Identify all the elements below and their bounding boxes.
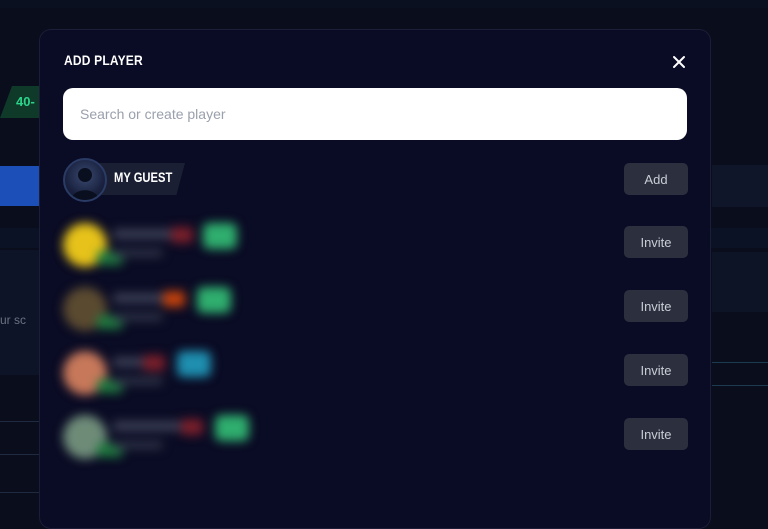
player-row: Invite xyxy=(63,413,688,459)
invite-button[interactable]: Invite xyxy=(624,226,688,258)
add-player-modal: ADD PLAYER MY GUEST Add Invite xyxy=(39,29,711,529)
invite-button[interactable]: Invite xyxy=(624,354,688,386)
player-subtitle xyxy=(113,249,163,257)
background-tag-text: 40- xyxy=(16,94,35,109)
player-subtitle xyxy=(113,377,163,385)
guest-row: MY GUEST Add xyxy=(63,158,688,202)
add-guest-button[interactable]: Add xyxy=(624,163,688,195)
invite-button[interactable]: Invite xyxy=(624,290,688,322)
search-input[interactable] xyxy=(63,88,687,140)
person-icon xyxy=(71,168,99,200)
background-panel-text: ur sc xyxy=(0,313,27,327)
blurred-player-info xyxy=(63,285,263,345)
player-row: Invite xyxy=(63,349,688,395)
rank-badge xyxy=(215,415,249,441)
flag-icon xyxy=(163,291,185,307)
background-right-panel xyxy=(712,165,768,207)
rank-badge xyxy=(177,351,211,377)
background-divider xyxy=(712,362,768,363)
close-button[interactable] xyxy=(668,51,690,73)
player-subtitle xyxy=(113,441,163,449)
blurred-player-info xyxy=(63,221,263,281)
background-divider xyxy=(712,385,768,386)
player-name xyxy=(113,421,181,431)
blurred-player-info xyxy=(63,413,263,473)
rank-badge xyxy=(203,223,237,249)
guest-name: MY GUEST xyxy=(114,169,173,185)
background-right-panel xyxy=(712,252,768,312)
flag-icon xyxy=(171,227,193,243)
player-row: Invite xyxy=(63,221,688,267)
close-icon xyxy=(673,56,685,68)
modal-title: ADD PLAYER xyxy=(64,52,143,68)
flag-icon xyxy=(143,355,165,371)
blurred-player-info xyxy=(63,349,263,409)
player-subtitle xyxy=(113,313,163,321)
background-topbar xyxy=(0,0,768,8)
guest-avatar xyxy=(63,158,107,202)
flag-icon xyxy=(181,419,203,435)
invite-button[interactable]: Invite xyxy=(624,418,688,450)
player-row: Invite xyxy=(63,285,688,331)
player-name xyxy=(113,229,173,239)
rank-badge xyxy=(197,287,231,313)
